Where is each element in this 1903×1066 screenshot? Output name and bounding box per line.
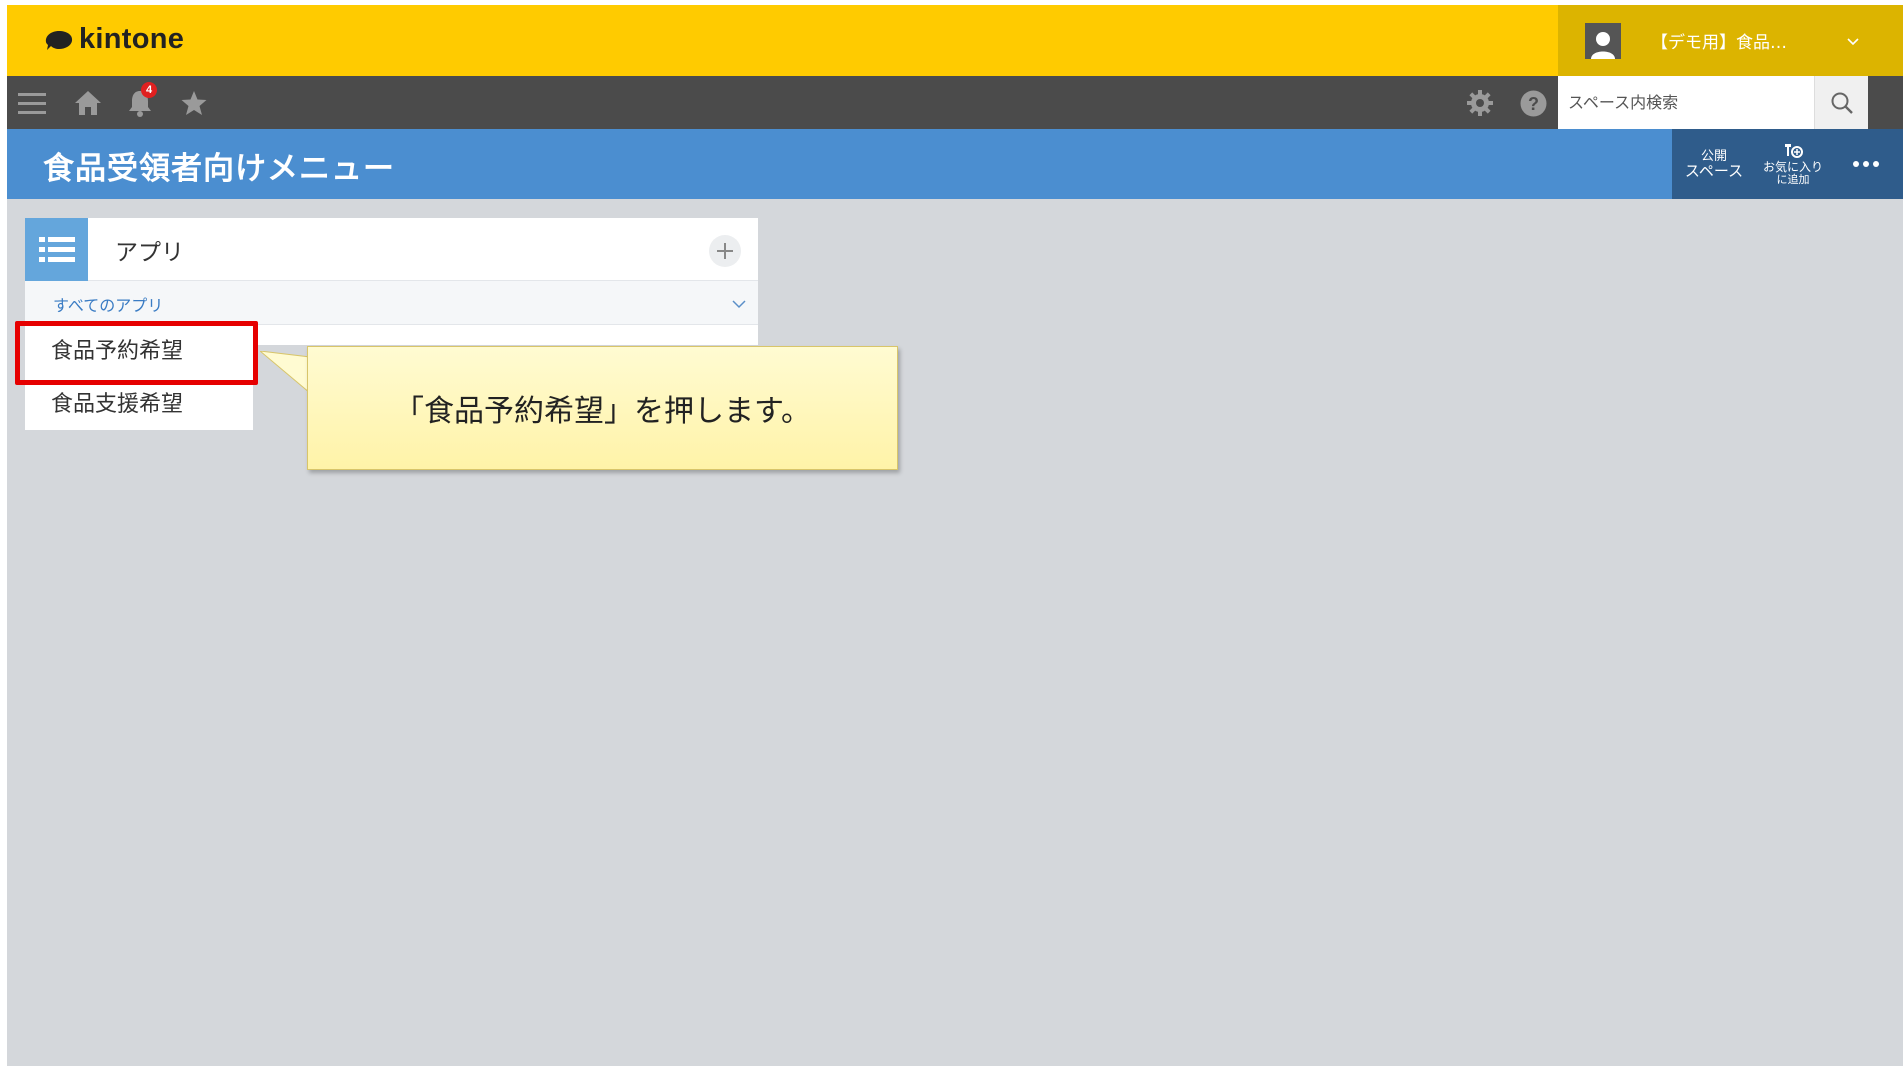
- app-widget-header: アプリ: [25, 218, 758, 281]
- user-avatar-icon: [1585, 22, 1621, 59]
- instruction-callout: 「食品予約希望」を押します。: [307, 346, 898, 470]
- highlight-box: [15, 321, 258, 385]
- kintone-logo-icon: [45, 30, 73, 50]
- space-title: 食品受領者向けメニュー: [43, 151, 395, 187]
- menu-icon[interactable]: [17, 88, 47, 118]
- home-icon[interactable]: [73, 88, 103, 118]
- notification-badge: 4: [141, 82, 157, 98]
- logo-text: kintone: [79, 23, 185, 55]
- favorite-label-2: に追加: [1776, 172, 1810, 186]
- search-icon: [1831, 92, 1853, 114]
- star-icon[interactable]: [179, 88, 209, 118]
- app-widget-title: アプリ: [115, 240, 184, 266]
- global-nav: 4 ?: [7, 76, 1903, 129]
- space-header: 食品受領者向けメニュー 公開 スペース お気に入り に追加: [7, 129, 1903, 199]
- favorite-label-1: お気に入り: [1762, 159, 1823, 174]
- chevron-down-icon: [732, 300, 746, 309]
- search-button[interactable]: [1814, 76, 1868, 129]
- add-app-button[interactable]: [709, 235, 741, 267]
- user-name: 【デモ用】食品…: [1651, 33, 1787, 53]
- space-search: [1558, 76, 1903, 129]
- app-filter-dropdown[interactable]: すべてのアプリ: [25, 281, 758, 325]
- svg-text:?: ?: [1528, 94, 1539, 114]
- pin-add-icon: [1753, 143, 1833, 161]
- top-header: kintone 【デモ用】食品…: [7, 5, 1903, 76]
- user-menu[interactable]: 【デモ用】食品…: [1558, 5, 1903, 76]
- public-space-label-2: スペース: [1684, 162, 1744, 180]
- app-list-background: [253, 325, 758, 345]
- callout-text: 「食品予約希望」を押します。: [394, 394, 811, 429]
- kintone-logo[interactable]: kintone: [43, 23, 184, 56]
- app-item-food-support[interactable]: 食品支援希望: [25, 378, 253, 431]
- kintone-window: kintone 【デモ用】食品… 4 ? スペース内検索 食品受領者向けメニュー…: [7, 5, 1903, 1066]
- space-actions: 公開 スペース お気に入り に追加: [1672, 129, 1903, 199]
- chevron-down-icon: [1847, 37, 1859, 45]
- space-search-input[interactable]: [1558, 76, 1814, 129]
- public-space-button[interactable]: 公開 スペース: [1675, 149, 1753, 179]
- add-favorite-button[interactable]: お気に入り に追加: [1753, 143, 1833, 186]
- app-filter-label: すべてのアプリ: [53, 296, 164, 315]
- app-list-icon: [25, 218, 88, 281]
- help-icon[interactable]: ?: [1519, 89, 1547, 117]
- gear-icon[interactable]: [1466, 89, 1494, 117]
- plus-icon: [717, 243, 733, 259]
- more-options-icon[interactable]: [1833, 161, 1899, 167]
